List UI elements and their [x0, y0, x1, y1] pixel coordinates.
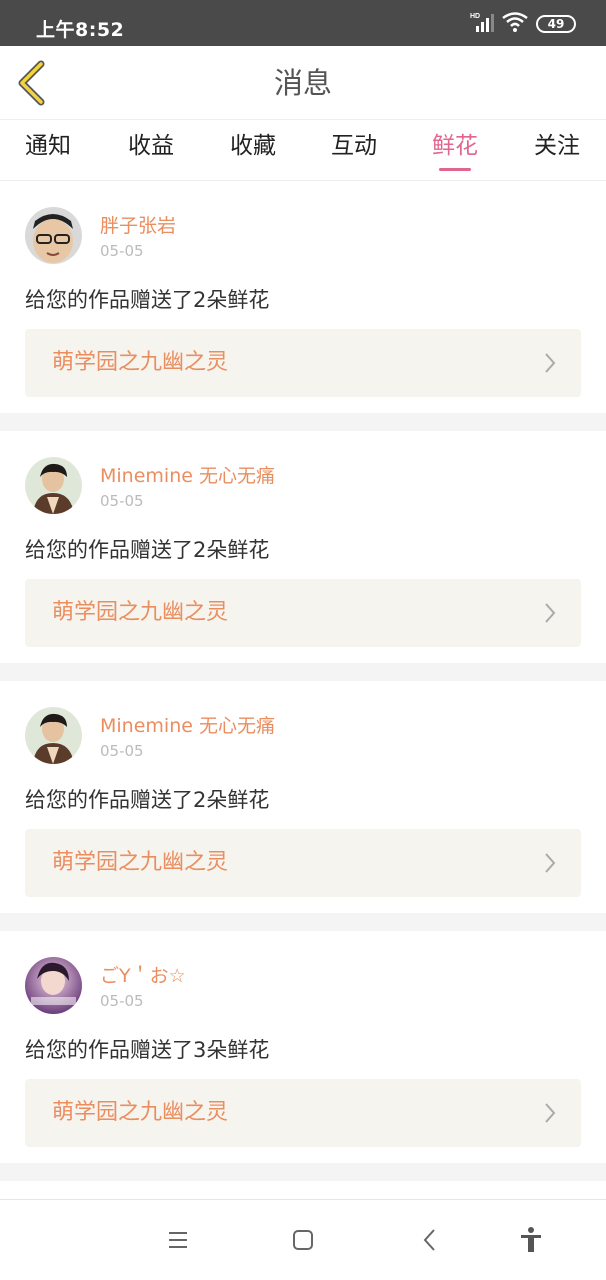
notification-item: Minemine 无心无痛 05-05 给您的作品赠送了2朵鲜花 萌学园之九幽之… [0, 431, 606, 663]
username[interactable]: Minemine 无心无痛 [100, 461, 275, 488]
header: 消息 [0, 46, 606, 120]
system-nav-bar [0, 1199, 606, 1280]
signal-icon: HD [470, 12, 494, 36]
back-button[interactable] [14, 60, 50, 106]
work-title: 萌学园之九幽之灵 [52, 1100, 229, 1125]
chevron-right-icon [545, 603, 556, 623]
avatar[interactable] [25, 457, 82, 514]
work-title: 萌学园之九幽之灵 [52, 850, 229, 875]
status-bar: 上午8:52 HD 49 [0, 0, 606, 46]
system-back-button[interactable] [412, 1222, 448, 1258]
work-link[interactable]: 萌学园之九幽之灵 [25, 329, 581, 397]
work-title: 萌学园之九幽之灵 [52, 600, 229, 625]
tab-following[interactable]: 关注 [517, 120, 597, 181]
work-link[interactable]: 萌学园之九幽之灵 [25, 579, 581, 647]
tab-bar: 通知 收益 收藏 互动 鲜花 关注 [0, 120, 606, 181]
accessibility-button[interactable] [513, 1222, 549, 1258]
user-avatar-image [25, 457, 82, 514]
network-label: HD [470, 13, 480, 20]
user-avatar-image [25, 957, 82, 1014]
user-avatar-image [25, 207, 82, 264]
tab-favorites[interactable]: 收藏 [213, 120, 293, 181]
tab-earnings[interactable]: 收益 [111, 120, 191, 181]
divider [0, 1163, 606, 1181]
username[interactable]: 胖子张岩 [100, 211, 176, 238]
menu-icon [169, 1232, 187, 1248]
notification-message: 给您的作品赠送了3朵鲜花 [25, 1038, 270, 1062]
active-tab-indicator [439, 168, 471, 171]
divider [0, 913, 606, 931]
notification-message: 给您的作品赠送了2朵鲜花 [25, 288, 270, 312]
divider [0, 663, 606, 681]
tab-flowers[interactable]: 鲜花 [415, 120, 495, 181]
chevron-right-icon [545, 1103, 556, 1123]
battery-indicator: 49 [536, 15, 576, 33]
notification-date: 05-05 [100, 742, 144, 760]
chevron-left-icon [18, 60, 45, 106]
tab-notice[interactable]: 通知 [8, 120, 88, 181]
home-icon [293, 1230, 313, 1250]
notification-message: 给您的作品赠送了2朵鲜花 [25, 788, 270, 812]
notification-message: 给您的作品赠送了2朵鲜花 [25, 538, 270, 562]
notification-date: 05-05 [100, 242, 144, 260]
avatar[interactable] [25, 207, 82, 264]
username[interactable]: ごY＇お☆ [100, 961, 186, 988]
notification-item: Minemine 无心无痛 05-05 给您的作品赠送了2朵鲜花 萌学园之九幽之… [0, 681, 606, 913]
avatar[interactable] [25, 957, 82, 1014]
chevron-right-icon [545, 853, 556, 873]
avatar[interactable] [25, 707, 82, 764]
menu-button[interactable] [160, 1222, 196, 1258]
notification-date: 05-05 [100, 992, 144, 1010]
tab-interactions[interactable]: 互动 [314, 120, 394, 181]
chevron-right-icon [545, 353, 556, 373]
wifi-icon [502, 12, 528, 36]
work-title: 萌学园之九幽之灵 [52, 350, 229, 375]
username[interactable]: Minemine 无心无痛 [100, 711, 275, 738]
notification-item: 胖子张岩 05-05 给您的作品赠送了2朵鲜花 萌学园之九幽之灵 [0, 181, 606, 413]
back-icon [423, 1229, 435, 1251]
user-avatar-image [25, 707, 82, 764]
divider [0, 413, 606, 431]
notification-date: 05-05 [100, 492, 144, 510]
work-link[interactable]: 萌学园之九幽之灵 [25, 829, 581, 897]
accessibility-icon [521, 1227, 541, 1252]
home-button[interactable] [285, 1222, 321, 1258]
work-link[interactable]: 萌学园之九幽之灵 [25, 1079, 581, 1147]
status-icons: HD 49 [470, 12, 576, 36]
notification-item: ごY＇お☆ 05-05 给您的作品赠送了3朵鲜花 萌学园之九幽之灵 [0, 931, 606, 1163]
status-time: 上午8:52 [36, 19, 125, 41]
page-title: 消息 [273, 66, 332, 100]
